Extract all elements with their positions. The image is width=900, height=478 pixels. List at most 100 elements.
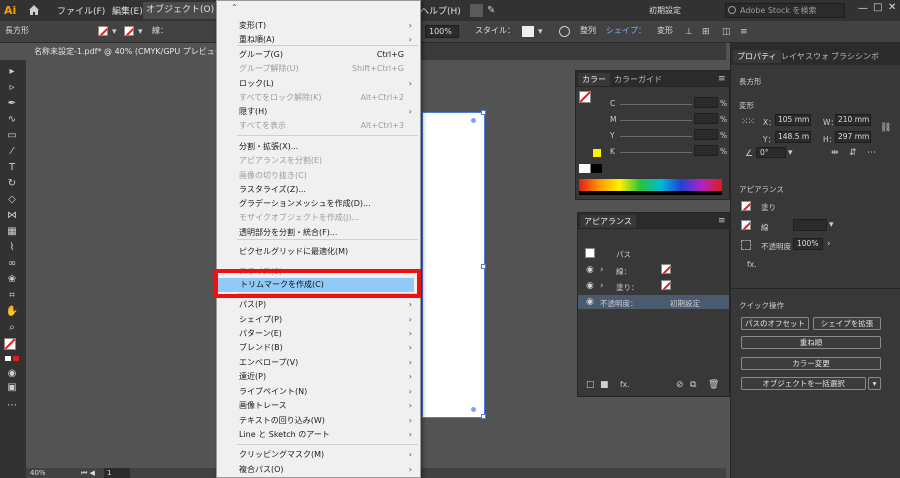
chevron-right-icon[interactable]: › <box>600 265 604 275</box>
minimize-button[interactable]: — <box>858 3 868 14</box>
appearance-stroke-label[interactable]: 線： <box>616 266 631 277</box>
chevron-down-icon[interactable]: ▾ <box>538 27 543 37</box>
h-field[interactable]: 297 mm <box>835 131 871 143</box>
chevron-down-icon[interactable]: ▾ <box>868 377 881 390</box>
recolor-button[interactable]: カラー変更 <box>741 357 881 370</box>
tab-symbols[interactable]: シンボ <box>851 50 883 63</box>
isolate-icon[interactable]: ◫ <box>722 27 731 37</box>
shape-link[interactable]: シェイプ： <box>606 25 646 36</box>
panel-menu-icon[interactable]: ≡ <box>718 216 726 226</box>
fill-swatch[interactable] <box>741 201 751 211</box>
menu-item[interactable]: 複合パス(O) › <box>217 463 420 477</box>
direct-selection-tool-icon[interactable]: ▹ <box>5 82 19 94</box>
arrange-documents-icon[interactable] <box>470 4 483 17</box>
default-colors-icon[interactable] <box>5 356 11 361</box>
add-effect-button[interactable]: fx. <box>747 260 756 269</box>
selection-handle[interactable] <box>481 414 486 419</box>
appearance-fill-label[interactable]: 塗り： <box>616 282 639 293</box>
black-white-swatches[interactable] <box>579 164 602 173</box>
menu-item[interactable]: エンベロープ(V) › <box>217 356 420 370</box>
workspace-switcher[interactable]: 初期設定 <box>649 3 719 18</box>
menu-item[interactable]: 分割・拡張(X)... <box>217 140 420 154</box>
arrange-button[interactable]: 重ね順 <box>741 336 881 349</box>
menu-item[interactable]: Line と Sketch のアート › <box>217 428 420 442</box>
fill-color-icon[interactable] <box>4 338 16 350</box>
style-swatch[interactable] <box>522 26 534 37</box>
artboard-tool-icon[interactable]: ⌗ <box>5 290 19 302</box>
add-fill-icon[interactable]: ■ <box>600 380 609 390</box>
add-stroke-icon[interactable]: □ <box>586 380 595 390</box>
draw-mode-icon[interactable]: ◉ <box>5 368 19 380</box>
stroke-swatch[interactable] <box>741 220 751 230</box>
prev-artboard-icon[interactable]: ⏮ ◀ <box>81 468 95 478</box>
channel-c-slider[interactable] <box>620 104 692 105</box>
none-color-icon[interactable] <box>13 356 19 361</box>
eye-icon[interactable]: ◉ <box>586 297 594 307</box>
chevron-right-icon[interactable]: › <box>827 239 831 249</box>
artboard-number[interactable]: 1 <box>104 468 130 478</box>
stroke-swatch[interactable] <box>124 26 134 36</box>
offset-path-button[interactable]: パスのオフセット <box>741 317 809 330</box>
menu-help[interactable]: ヘルプ(H) <box>420 4 461 17</box>
tab-properties[interactable]: プロパティ <box>733 50 781 63</box>
stroke-weight-field[interactable] <box>793 219 827 231</box>
channel-k-slider[interactable] <box>620 152 692 153</box>
eyedropper-tool-icon[interactable]: ⌇ <box>5 242 19 254</box>
menu-item[interactable]: グラデーションメッシュを作成(D)... <box>217 197 420 211</box>
brush-icon[interactable]: ✎ <box>487 4 497 17</box>
symbol-sprayer-tool-icon[interactable]: ❀ <box>5 274 19 286</box>
tab-color[interactable]: カラー <box>578 73 610 86</box>
curvature-tool-icon[interactable]: ∿ <box>5 114 19 126</box>
transform-label[interactable]: 変形 <box>657 25 673 36</box>
stroke-swatch[interactable] <box>661 264 671 274</box>
y-field[interactable]: 148.5 m <box>775 131 811 143</box>
selection-handle[interactable] <box>481 110 486 115</box>
home-icon[interactable] <box>27 3 41 17</box>
channel-k-value[interactable] <box>694 145 718 156</box>
menu-item[interactable]: ラスタライズ(Z)... <box>217 183 420 197</box>
type-tool-icon[interactable]: T <box>5 162 19 174</box>
channel-y-value[interactable] <box>694 129 718 140</box>
panel-menu-icon[interactable]: ≡ <box>740 27 748 37</box>
menu-edit[interactable]: 編集(E) <box>112 4 143 17</box>
opacity-field[interactable]: 100% <box>425 25 459 38</box>
tab-appearance[interactable]: アピアランス <box>580 215 636 228</box>
channel-c-value[interactable] <box>694 97 718 108</box>
channel-m-value[interactable] <box>694 113 718 124</box>
more-options-icon[interactable]: ⋯ <box>867 148 876 158</box>
fill-stroke-proxy[interactable] <box>579 91 591 103</box>
flip-vertical-icon[interactable]: ⇵ <box>849 148 857 158</box>
chevron-down-icon[interactable]: ▾ <box>112 27 117 37</box>
clear-appearance-icon[interactable]: ⊘ <box>676 380 684 390</box>
opacity-field[interactable]: 100% <box>793 238 823 250</box>
duplicate-item-icon[interactable]: ⧉ <box>690 380 696 390</box>
expand-shape-button[interactable]: シェイプを拡張 <box>813 317 881 330</box>
gradient-tool-icon[interactable]: ▦ <box>5 226 19 238</box>
selection-tool-icon[interactable]: ▸ <box>5 66 19 78</box>
recolor-icon[interactable] <box>559 26 570 37</box>
menu-item[interactable]: パターン(E) › <box>217 327 420 341</box>
menu-item[interactable]: 隠す(H) › <box>217 105 420 119</box>
pen-tool-icon[interactable]: ✒ <box>5 98 19 110</box>
align-icon[interactable]: ⊥ <box>685 27 693 37</box>
w-field[interactable]: 210 mm <box>835 114 871 126</box>
rectangle-tool-icon[interactable]: ▭ <box>5 130 19 142</box>
distribute-icon[interactable]: ⊞ <box>702 27 710 37</box>
select-same-button[interactable]: オブジェクトを一括選択 <box>741 377 866 390</box>
panel-menu-icon[interactable]: ≡ <box>718 74 726 84</box>
chevron-down-icon[interactable]: ▾ <box>138 27 143 37</box>
blend-tool-icon[interactable]: ∞ <box>5 258 19 270</box>
chevron-right-icon[interactable]: › <box>600 281 604 291</box>
menu-item[interactable]: パス(P) › <box>217 298 420 312</box>
corner-widget[interactable] <box>471 118 476 123</box>
paintbrush-tool-icon[interactable]: ⁄ <box>5 146 19 158</box>
appearance-opacity-label[interactable]: 不透明度： <box>600 298 638 309</box>
menu-item[interactable]: ロック(L) › <box>217 77 420 91</box>
width-tool-icon[interactable]: ⋈ <box>5 210 19 222</box>
chevron-down-icon[interactable]: ▾ <box>829 220 834 230</box>
screen-mode-icon[interactable]: ▣ <box>5 382 19 394</box>
chevron-down-icon[interactable]: ▾ <box>788 148 793 158</box>
menu-item[interactable]: 透明部分を分割・統合(F)... <box>217 226 420 240</box>
menu-item[interactable]: クリッピングマスク(M) › <box>217 448 420 462</box>
fill-swatch[interactable] <box>98 26 108 36</box>
